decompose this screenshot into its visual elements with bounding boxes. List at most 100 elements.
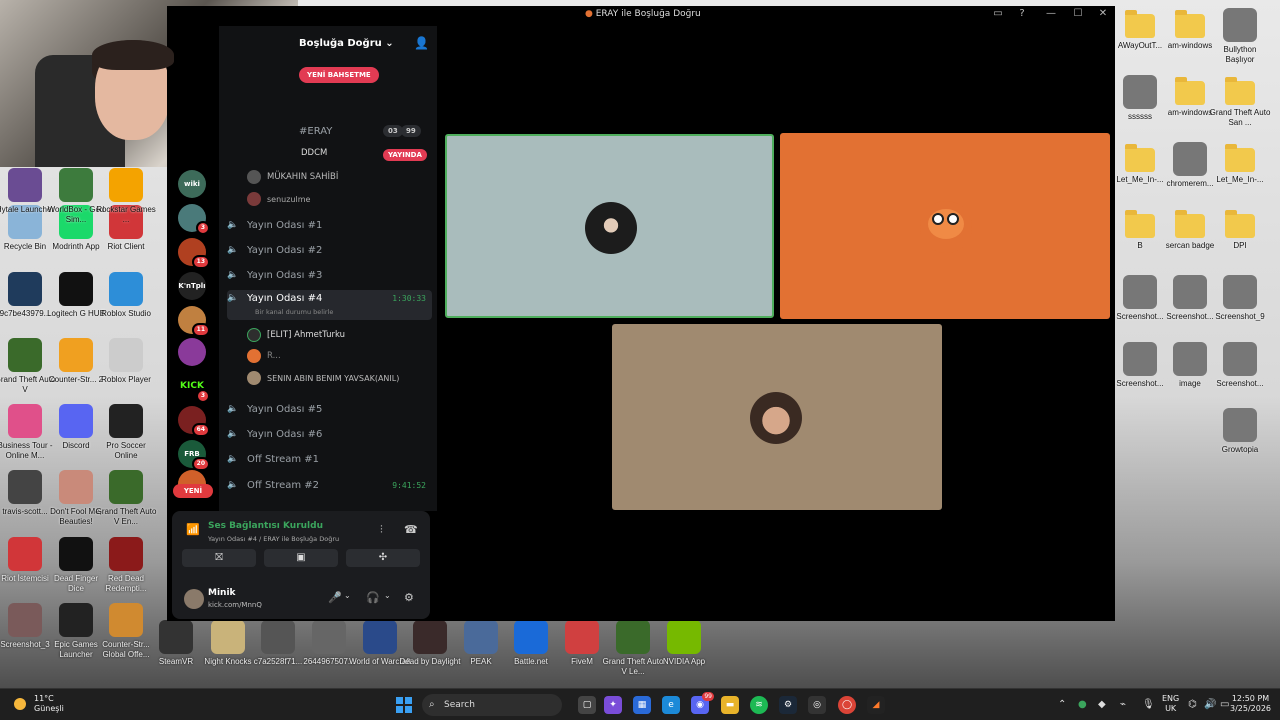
text-channel-eray[interactable]: #ERAY 03 99 xyxy=(227,120,432,142)
tray-app-icon[interactable]: ◆ xyxy=(1098,699,1106,710)
camera-button[interactable]: ⛝ xyxy=(182,549,256,567)
store-icon[interactable]: ▦ xyxy=(633,696,651,714)
server-icon-frb[interactable]: FRB 20 xyxy=(178,440,210,471)
chevron-up-icon[interactable]: ⌃ xyxy=(1058,699,1066,710)
activities-button[interactable]: ✣ xyxy=(346,549,420,567)
steam-icon[interactable]: ⚙ xyxy=(779,696,797,714)
member-owner-sub[interactable]: senuzulme xyxy=(247,192,310,206)
server-name[interactable]: Boşluğa Doğru ⌄ xyxy=(299,38,394,49)
settings-gear-icon[interactable]: ⚙ xyxy=(404,591,414,604)
invite-icon[interactable]: 👤 xyxy=(414,36,429,50)
voice-member[interactable]: R... xyxy=(247,349,281,363)
chevron-down-icon[interactable]: ⌄ xyxy=(344,591,351,600)
tray-app-icon[interactable]: ● xyxy=(1078,699,1087,710)
desktop-icon[interactable]: Roblox Player xyxy=(95,338,157,385)
server-icon-8[interactable]: 64 xyxy=(178,406,210,437)
desktop-icon[interactable]: Grand Theft Auto V En... xyxy=(95,470,157,527)
clock[interactable]: 12:50 PM 3/25/2026 xyxy=(1230,694,1271,714)
voice-channel-4[interactable]: 🔈 Yayın Odası #4 1:30:33 Bir kanal durum… xyxy=(227,290,432,320)
edge-icon[interactable]: e xyxy=(662,696,680,714)
voice-status: Ses Bağlantısı Kuruldu xyxy=(208,521,323,531)
search-box[interactable]: ⌕ Search xyxy=(422,694,562,716)
desktop-icon[interactable]: Pro Soccer Online xyxy=(95,404,157,461)
windows-start-icon[interactable] xyxy=(396,697,412,713)
app-icon[interactable]: ◢ xyxy=(867,696,885,714)
task-view-icon[interactable]: ▢ xyxy=(578,696,596,714)
inbox-icon[interactable]: ▭ xyxy=(990,8,1006,19)
network-icon[interactable]: ⌬ xyxy=(1188,699,1197,710)
close-button[interactable]: ✕ xyxy=(1095,8,1111,19)
live-user[interactable]: DDCM xyxy=(301,148,327,158)
weather-widget[interactable]: 11°C Güneşli xyxy=(34,694,64,714)
person-hair-top xyxy=(92,40,174,70)
tray-app-icon[interactable]: ⌁ xyxy=(1120,699,1126,710)
voice-channel-6[interactable]: 🔈 Yayın Odası #6 xyxy=(227,423,432,445)
microphone-icon[interactable]: 🎙 xyxy=(1142,699,1155,710)
desktop-icon[interactable]: Rockstar Games ... xyxy=(95,168,157,225)
headphones-icon[interactable]: 🎧 xyxy=(366,591,380,604)
app-icon xyxy=(464,620,498,654)
help-icon[interactable]: ? xyxy=(1014,8,1030,19)
minimize-button[interactable]: — xyxy=(1043,8,1059,19)
desktop-icon[interactable]: Growtopia xyxy=(1209,408,1271,455)
voice-channel-5[interactable]: 🔈 Yayın Odası #5 xyxy=(227,398,432,420)
server-icon-kick[interactable]: KICK 3 xyxy=(178,372,210,403)
voice-channel-1[interactable]: 🔈 Yayın Odası #1 xyxy=(227,214,432,236)
desktop-icon[interactable]: Bullython Başlıyor xyxy=(1209,8,1271,65)
server-icon-3[interactable]: 13 xyxy=(178,238,210,269)
volume-icon[interactable]: 🔊 xyxy=(1204,699,1216,710)
server-icon-wiki[interactable]: wiki xyxy=(178,170,206,198)
desktop-icon[interactable]: Screenshot... xyxy=(1209,342,1271,389)
server-icon-5[interactable]: 11 xyxy=(178,306,210,337)
voice-channel-2[interactable]: 🔈 Yayın Odası #2 xyxy=(227,239,432,261)
spotify-icon[interactable]: ≋ xyxy=(750,696,768,714)
member-owner[interactable]: MÜKAHIN SAHİBİ xyxy=(247,170,338,184)
new-mention-pill[interactable]: YENİ BAHSETME xyxy=(299,67,379,83)
noise-suppression-icon[interactable]: ⫶ xyxy=(380,523,383,537)
channel-label: Yayın Odası #2 xyxy=(247,244,323,256)
voice-member[interactable]: SENIN ABIN BENIM YAVSAK(ANIL) xyxy=(247,371,399,385)
weather-sun-icon[interactable] xyxy=(14,698,26,710)
signal-icon[interactable]: 📶 xyxy=(186,523,200,536)
desktop-icon-label: Grand Theft Auto V En... xyxy=(95,507,157,526)
file-explorer-icon[interactable]: ▬ xyxy=(721,696,739,714)
voice-channel-path[interactable]: Yayın Odası #4 / ERAY ile Boşluğa Doğru xyxy=(208,535,339,543)
video-tile[interactable] xyxy=(612,324,942,510)
desktop-icon[interactable]: Grand Theft Auto San ... xyxy=(1209,75,1271,128)
avatar xyxy=(247,371,261,385)
disconnect-icon[interactable]: ☎ xyxy=(404,523,418,536)
desktop-icon[interactable]: Let_Me_In-... xyxy=(1209,142,1271,185)
video-tile-speaking[interactable] xyxy=(445,134,774,318)
maximize-button[interactable]: ☐ xyxy=(1070,8,1086,19)
server-icon-6[interactable] xyxy=(178,338,206,366)
discord-taskbar-icon[interactable]: ◉ 99 xyxy=(691,692,714,714)
desktop-icon[interactable]: DPI xyxy=(1209,208,1271,251)
server-icon-kntpl[interactable]: K'nTplı xyxy=(178,272,206,300)
chrome-icon[interactable]: ◯ xyxy=(838,696,856,714)
chevron-down-icon[interactable]: ⌄ xyxy=(384,591,391,600)
voice-channel-off-1[interactable]: 🔈 Off Stream #1 xyxy=(227,448,432,470)
voice-channel-3[interactable]: 🔈 Yayın Odası #3 xyxy=(227,264,432,286)
battery-icon[interactable]: ▭ xyxy=(1220,699,1229,710)
avatar[interactable] xyxy=(184,589,204,609)
desktop-icon[interactable]: Screenshot_9 xyxy=(1209,275,1271,322)
video-tile[interactable] xyxy=(780,133,1110,319)
new-unreads-button[interactable]: YENİ xyxy=(173,484,213,498)
microphone-icon[interactable]: 🎤 xyxy=(328,591,342,604)
desktop-icon-label: Roblox Player xyxy=(101,375,151,384)
desktop-icon[interactable]: NVIDIA App xyxy=(653,620,715,667)
server-icon-2[interactable]: 3 xyxy=(178,204,210,235)
desktop-icon[interactable]: Red Dead Redempti... xyxy=(95,537,157,594)
desktop-icon-label: Rockstar Games ... xyxy=(96,205,156,224)
user-name[interactable]: Minik xyxy=(208,588,236,598)
voice-channel-off-2[interactable]: 🔈 Off Stream #2 9:41:52 xyxy=(227,474,432,496)
copilot-icon[interactable]: ✦ xyxy=(604,696,622,714)
obs-icon[interactable]: ◎ xyxy=(808,696,826,714)
language-indicator[interactable]: ENG UK xyxy=(1162,694,1179,714)
screen-share-button[interactable]: ▣ xyxy=(264,549,338,567)
channel-status[interactable]: Bir kanal durumu belirle xyxy=(255,308,333,316)
desktop-icon[interactable]: Roblox Studio xyxy=(95,272,157,319)
app-icon xyxy=(159,620,193,654)
voice-member[interactable]: [ELIT] AhmetTurku xyxy=(247,328,345,342)
date: 3/25/2026 xyxy=(1230,704,1272,713)
